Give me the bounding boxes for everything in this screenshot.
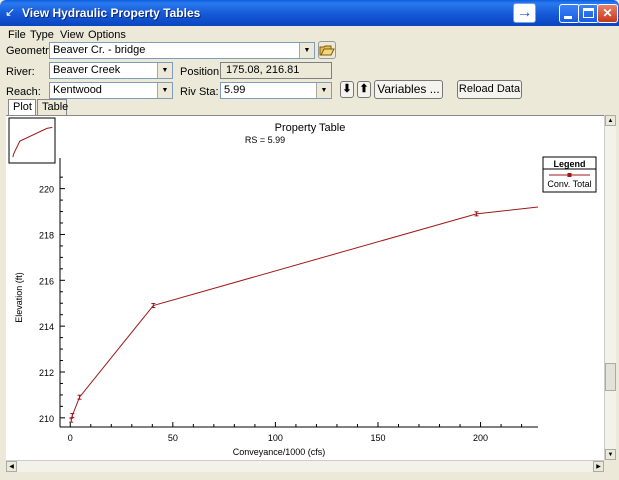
scroll-left-icon[interactable]: ◀ bbox=[6, 461, 17, 472]
riv-sta-value: 5.99 bbox=[224, 84, 246, 96]
x-tick-label: 200 bbox=[473, 433, 488, 443]
y-tick-label: 212 bbox=[39, 368, 54, 378]
x-tick-label: 0 bbox=[68, 433, 73, 443]
geometry-value: Beaver Cr. - bridge bbox=[53, 44, 146, 56]
scroll-down-icon[interactable]: ▼ bbox=[605, 449, 616, 460]
scroll-thumb[interactable] bbox=[605, 363, 616, 391]
geometry-select[interactable]: Beaver Cr. - bridge ▼ bbox=[49, 42, 315, 59]
vertical-scrollbar[interactable]: ▲ ▼ bbox=[604, 115, 616, 460]
chevron-down-icon[interactable]: ▼ bbox=[299, 43, 314, 58]
tab-plot[interactable]: Plot bbox=[8, 99, 36, 115]
arrow-right-icon[interactable]: → bbox=[513, 3, 536, 23]
legend-swatch-marker bbox=[567, 173, 572, 177]
menu-options[interactable]: Options bbox=[84, 27, 130, 43]
plot-area: Property Table RS = 5.99 210 212 214 216 218… bbox=[6, 115, 604, 461]
legend-title: Legend bbox=[553, 159, 585, 169]
riv-sta-label: Riv Sta: bbox=[180, 86, 219, 98]
scroll-up-icon[interactable]: ▲ bbox=[605, 115, 616, 126]
y-tick-label: 220 bbox=[39, 185, 54, 195]
chart-subtitle: RS = 5.99 bbox=[245, 135, 285, 145]
chevron-down-icon[interactable]: ▼ bbox=[316, 83, 331, 98]
chevron-down-icon[interactable]: ▼ bbox=[157, 63, 172, 78]
chart-title: Property Table bbox=[275, 122, 346, 134]
x-tick-label: 100 bbox=[268, 433, 283, 443]
river-value: Beaver Creek bbox=[53, 64, 121, 76]
riv-sta-select[interactable]: 5.99 ▼ bbox=[220, 82, 332, 99]
variables-button[interactable]: Variables ... bbox=[374, 80, 443, 99]
y-tick-label: 218 bbox=[39, 230, 54, 240]
legend-entry: Conv. Total bbox=[547, 179, 591, 189]
x-tick-label: 150 bbox=[370, 433, 385, 443]
reach-label: Reach: bbox=[6, 86, 41, 98]
position-label: Position: bbox=[180, 66, 223, 78]
folder-open-icon[interactable] bbox=[318, 41, 336, 59]
menu-view[interactable]: View bbox=[56, 27, 88, 43]
minimize-icon[interactable] bbox=[559, 4, 580, 23]
y-tick-label: 216 bbox=[39, 276, 54, 286]
tab-table[interactable]: Table bbox=[37, 99, 68, 115]
arrow-up-icon[interactable]: ⬆ bbox=[357, 81, 371, 98]
reload-data-button[interactable]: Reload Data bbox=[457, 80, 522, 99]
scroll-right-icon[interactable]: ▶ bbox=[593, 461, 604, 472]
y-tick-label: 210 bbox=[39, 414, 54, 424]
overview-thumbnail bbox=[8, 117, 56, 164]
maximize-glyph bbox=[583, 8, 594, 18]
menu-type[interactable]: Type bbox=[26, 27, 58, 43]
hecras-icon: ↙ bbox=[5, 5, 16, 19]
window-title: View Hydraulic Property Tables bbox=[22, 6, 201, 20]
legend: Legend Conv. Total bbox=[542, 156, 597, 193]
chevron-down-icon[interactable]: ▼ bbox=[157, 83, 172, 98]
reach-select[interactable]: Kentwood ▼ bbox=[49, 82, 173, 99]
property-chart: Property Table RS = 5.99 210 212 214 216 218… bbox=[8, 117, 597, 457]
reach-value: Kentwood bbox=[53, 84, 102, 96]
x-axis-label: Conveyance/1000 (cfs) bbox=[233, 447, 326, 457]
y-axis-label: Elevation (ft) bbox=[14, 272, 24, 323]
series-line bbox=[70, 206, 539, 421]
y-tick-label: 214 bbox=[39, 322, 54, 332]
position-field: 175.08, 216.81 bbox=[220, 62, 332, 79]
river-select[interactable]: Beaver Creek ▼ bbox=[49, 62, 173, 79]
x-tick-label: 50 bbox=[168, 433, 178, 443]
arrow-down-icon[interactable]: ⬇ bbox=[340, 81, 354, 98]
position-value: 175.08, 216.81 bbox=[226, 64, 300, 76]
minimize-glyph bbox=[564, 16, 572, 19]
close-icon[interactable]: ✕ bbox=[597, 4, 618, 23]
maximize-icon[interactable] bbox=[578, 4, 599, 23]
river-label: River: bbox=[6, 66, 35, 78]
horizontal-scrollbar[interactable]: ◀ ▶ bbox=[6, 460, 604, 472]
